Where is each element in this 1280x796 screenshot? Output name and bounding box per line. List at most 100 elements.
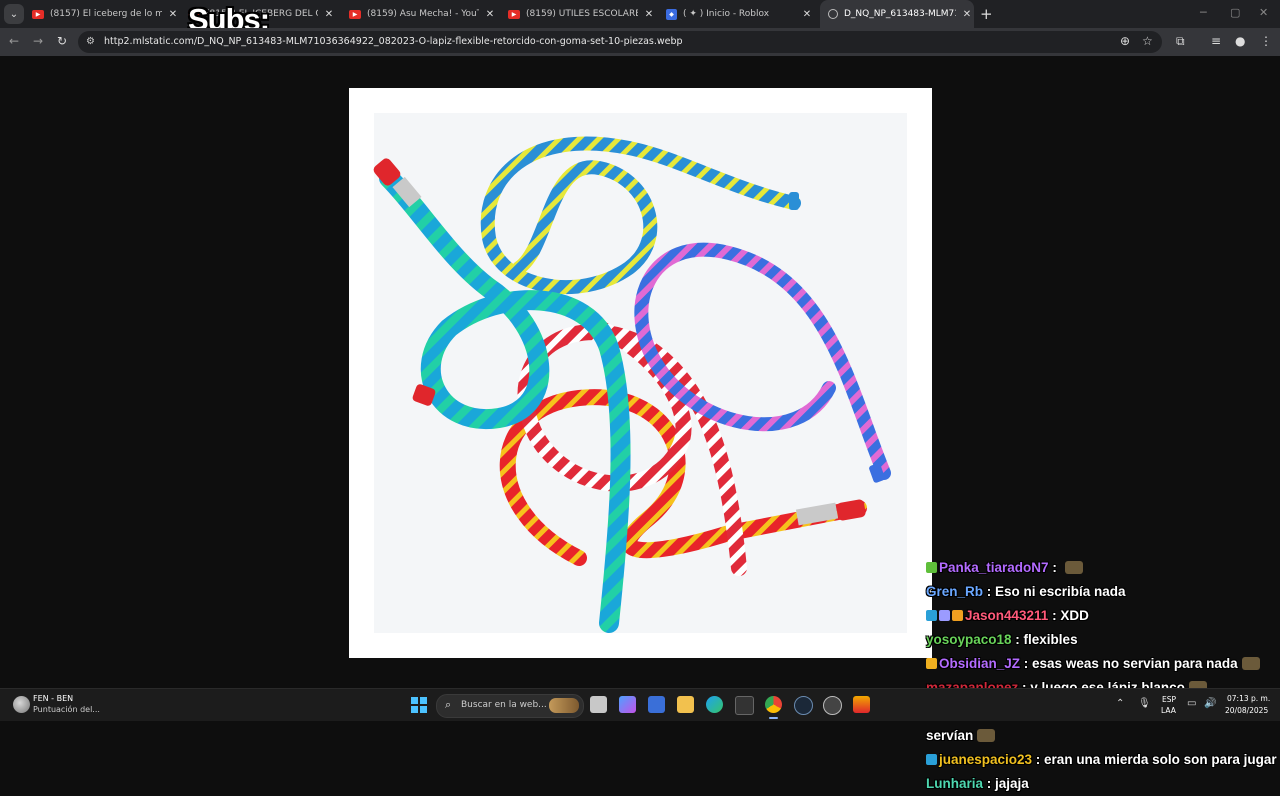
chat-message: servían bbox=[926, 724, 1280, 748]
file-explorer-icon[interactable] bbox=[677, 696, 694, 713]
language-indicator[interactable]: ESP bbox=[1162, 695, 1176, 704]
close-window-icon[interactable]: ✕ bbox=[1259, 6, 1268, 19]
close-icon[interactable]: ✕ bbox=[800, 9, 814, 20]
steam-icon[interactable] bbox=[794, 696, 813, 715]
tab-title: (8159) UTILES ESCOLARES QUE bbox=[526, 9, 638, 19]
taskbar-search[interactable]: ⌕ Buscar en la web... bbox=[436, 694, 584, 718]
chat-text: eran una mierda solo son para jugar bbox=[1044, 752, 1277, 767]
chat-separator: : bbox=[1048, 608, 1061, 623]
search-placeholder: Buscar en la web... bbox=[461, 700, 547, 710]
chat-username: Panka_tiaradoN7 bbox=[939, 560, 1049, 575]
chat-separator: : bbox=[983, 584, 996, 599]
chat-separator: : bbox=[1020, 656, 1033, 671]
back-arrow-icon[interactable]: ← bbox=[9, 34, 19, 48]
chat-username: yosoypaco18 bbox=[926, 632, 1012, 647]
chat-message: Gren_Rb : Eso ni escribía nada bbox=[926, 580, 1280, 604]
chat-message: Jason443211 : XDD bbox=[926, 604, 1280, 628]
chat-username: Gren_Rb bbox=[926, 584, 984, 599]
address-bar[interactable]: ⚙ http2.mlstatic.com/D_NQ_NP_613483-MLM7… bbox=[78, 31, 1162, 53]
chat-username: Jason443211 bbox=[965, 608, 1049, 623]
chat-text: flexibles bbox=[1023, 632, 1078, 647]
flexible-pencils-illustration bbox=[373, 113, 907, 633]
chat-text: Eso ni escribía nada bbox=[995, 584, 1126, 599]
tab-title: (8159) Asu Mecha! - YouTube bbox=[367, 9, 479, 19]
reload-icon[interactable]: ↻ bbox=[57, 34, 67, 48]
stream-chat-overlay: Panka_tiaradoN7 : Gren_Rb : Eso ni escri… bbox=[926, 556, 1280, 796]
copilot-icon[interactable] bbox=[619, 696, 636, 713]
menu-kebab-icon[interactable]: ⋮ bbox=[1260, 34, 1272, 48]
microphone-icon[interactable]: 🎙 bbox=[1138, 698, 1151, 709]
chat-badge-icon bbox=[926, 754, 937, 765]
forward-arrow-icon[interactable]: → bbox=[33, 34, 43, 48]
search-highlight-image bbox=[549, 698, 579, 713]
image-viewer-page: Panka_tiaradoN7 : Gren_Rb : Eso ni escri… bbox=[0, 56, 1280, 791]
widget-title[interactable]: FEN - BEN bbox=[33, 694, 73, 703]
chat-badge-icon bbox=[952, 610, 963, 621]
youtube-icon: ▶ bbox=[32, 9, 44, 19]
close-icon[interactable]: ✕ bbox=[483, 9, 497, 20]
chat-separator: : bbox=[1011, 632, 1024, 647]
close-icon[interactable]: ✕ bbox=[322, 9, 336, 20]
chat-username: Obsidian_JZ bbox=[939, 656, 1021, 671]
store-icon[interactable] bbox=[648, 696, 665, 713]
volume-icon[interactable]: 🔊 bbox=[1204, 698, 1216, 709]
network-icon[interactable]: ▭ bbox=[1187, 698, 1196, 709]
obs-icon[interactable] bbox=[823, 696, 842, 715]
chat-separator: : bbox=[983, 776, 996, 791]
tab-1[interactable]: ▶ (8157) El iceberg de lo más extr ✕ bbox=[30, 0, 180, 28]
close-icon[interactable]: ✕ bbox=[960, 9, 974, 20]
close-icon[interactable]: ✕ bbox=[166, 9, 180, 20]
extensions-icon[interactable]: ⧉ bbox=[1176, 34, 1185, 49]
chat-separator: : bbox=[1032, 752, 1045, 767]
chat-text: esas weas no servian para nada bbox=[1032, 656, 1238, 671]
windows-taskbar: FEN - BEN Puntuación del... ⌕ Buscar en … bbox=[0, 688, 1280, 721]
chrome-icon[interactable] bbox=[765, 696, 782, 719]
chat-message: Lunharia : jajaja bbox=[926, 772, 1280, 796]
site-info-icon[interactable]: ⚙ bbox=[86, 36, 95, 47]
chat-emote-icon bbox=[1064, 561, 1083, 574]
widget-subtitle[interactable]: Puntuación del... bbox=[33, 705, 100, 714]
start-button[interactable] bbox=[411, 697, 427, 713]
tab-title: ( ✦ ) Inicio - Roblox bbox=[683, 9, 770, 19]
youtube-icon: ▶ bbox=[349, 9, 361, 19]
chat-username: juanespacio23 bbox=[939, 752, 1033, 767]
keyboard-layout[interactable]: LAA bbox=[1161, 706, 1176, 715]
minimize-icon[interactable]: ─ bbox=[1200, 6, 1207, 19]
chat-badge-icon bbox=[939, 610, 950, 621]
reading-list-icon[interactable]: ≡ bbox=[1211, 34, 1221, 48]
app-icon[interactable] bbox=[735, 696, 754, 715]
app-icon[interactable] bbox=[853, 696, 870, 713]
task-view-icon[interactable] bbox=[590, 696, 607, 713]
zoom-icon[interactable]: ⊕ bbox=[1120, 34, 1130, 48]
chat-message: Obsidian_JZ : esas weas no servian para … bbox=[926, 652, 1280, 676]
chat-text: servían bbox=[926, 728, 974, 743]
chat-username: Lunharia bbox=[926, 776, 984, 791]
chevron-down-icon: ⌄ bbox=[9, 8, 19, 20]
new-tab-button[interactable]: + bbox=[980, 5, 993, 23]
chat-badge-icon bbox=[926, 562, 937, 573]
chat-text: jajaja bbox=[995, 776, 1029, 791]
chat-text: XDD bbox=[1060, 608, 1089, 623]
youtube-icon: ▶ bbox=[508, 9, 520, 19]
bookmark-star-icon[interactable]: ☆ bbox=[1142, 34, 1153, 48]
edge-icon[interactable] bbox=[706, 696, 723, 713]
tab-3[interactable]: ▶ (8159) Asu Mecha! - YouTube ✕ bbox=[347, 0, 497, 28]
url-text[interactable]: http2.mlstatic.com/D_NQ_NP_613483-MLM710… bbox=[104, 36, 683, 47]
tab-search-button[interactable]: ⌄ bbox=[4, 4, 24, 24]
weather-widget-icon[interactable] bbox=[13, 696, 30, 713]
plus-icon: + bbox=[980, 5, 993, 23]
clock-time[interactable]: 07:13 p. m. bbox=[1227, 694, 1270, 703]
tray-overflow-chevron-icon[interactable]: ⌃ bbox=[1116, 698, 1124, 709]
tab-6-active[interactable]: D_NQ_NP_613483-MLM710363 ✕ bbox=[820, 0, 974, 28]
product-image[interactable] bbox=[349, 88, 932, 658]
chat-badge-icon bbox=[926, 610, 937, 621]
browser-toolbar: ← → ↻ ⚙ http2.mlstatic.com/D_NQ_NP_61348… bbox=[0, 28, 1280, 56]
close-icon[interactable]: ✕ bbox=[642, 9, 656, 20]
maximize-icon[interactable]: ▢ bbox=[1230, 6, 1240, 19]
clock-date[interactable]: 20/08/2025 bbox=[1225, 706, 1268, 715]
tab-4[interactable]: ▶ (8159) UTILES ESCOLARES QUE ✕ bbox=[506, 0, 656, 28]
tab-5[interactable]: ◆ ( ✦ ) Inicio - Roblox ✕ bbox=[664, 0, 814, 28]
globe-icon bbox=[828, 9, 838, 19]
tab-strip: ⌄ ▶ (8157) El iceberg de lo más extr ✕ ▶… bbox=[0, 0, 1280, 37]
profile-avatar-icon[interactable]: ● bbox=[1235, 34, 1245, 48]
